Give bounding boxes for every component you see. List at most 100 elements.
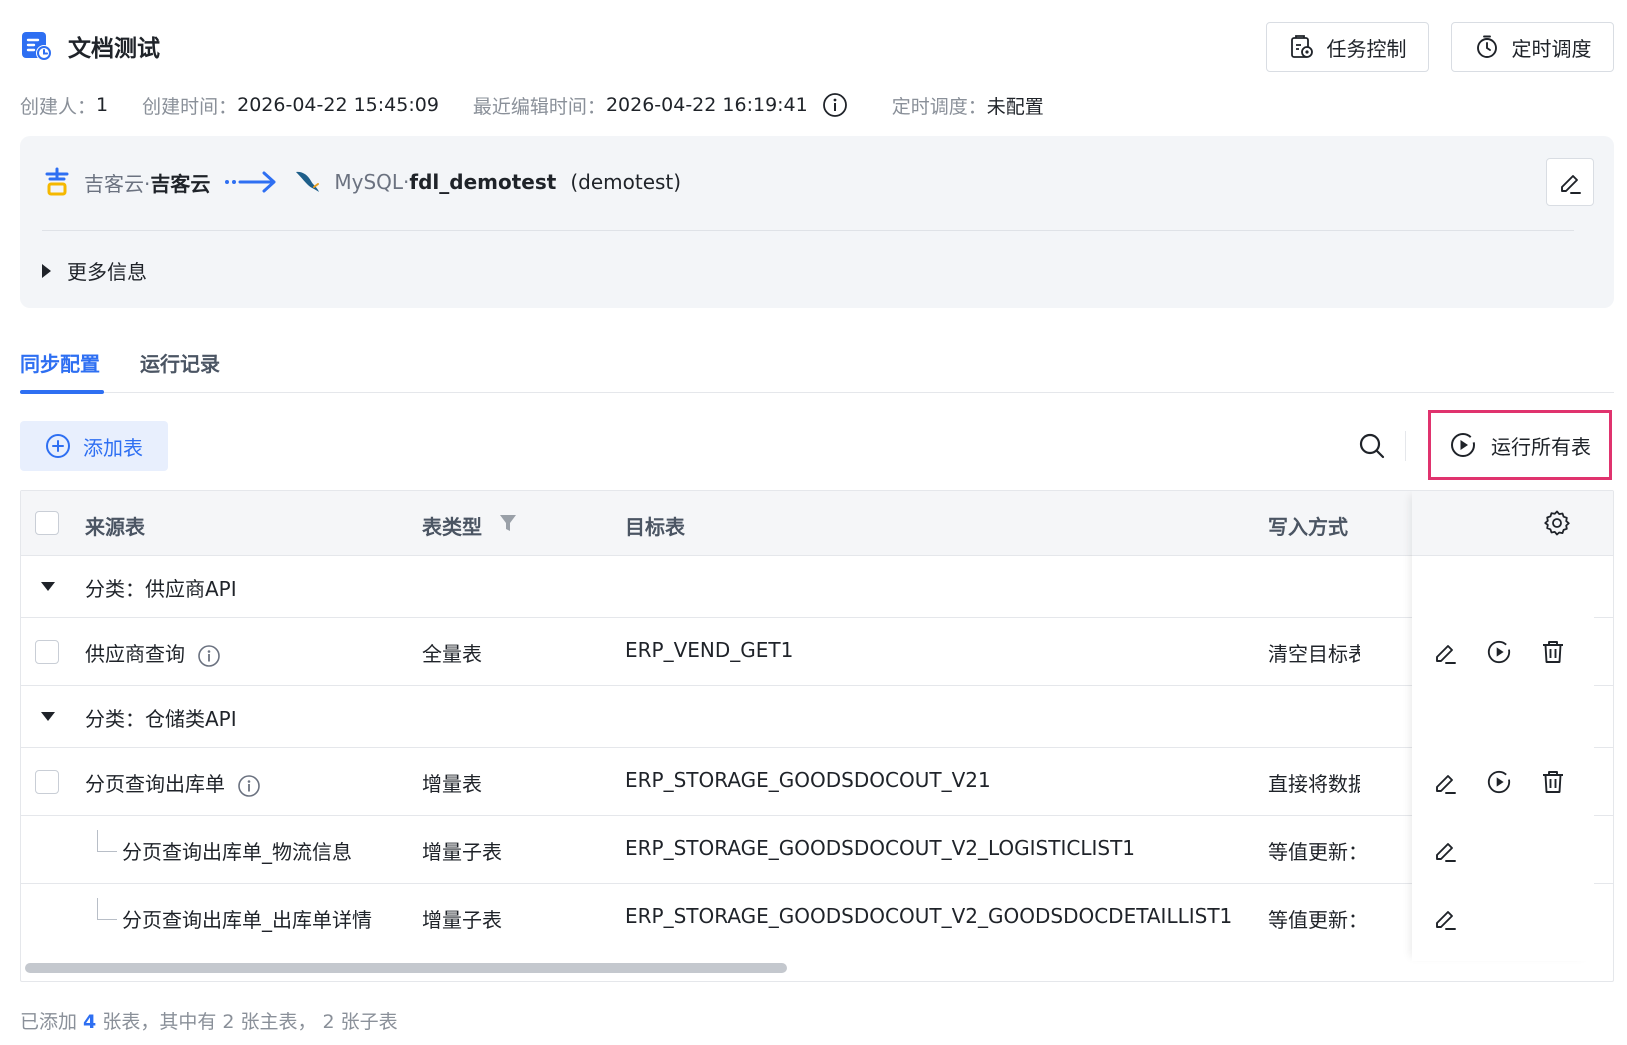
select-all-checkbox[interactable] (35, 511, 59, 535)
run-row-button[interactable] (1484, 767, 1514, 797)
col-write-mode: 写入方式 (1268, 515, 1348, 539)
task-settings-icon (1290, 35, 1313, 58)
edit-icon (1436, 645, 1456, 664)
play-circle-icon (1487, 640, 1511, 664)
info-icon[interactable] (237, 774, 261, 798)
search-button[interactable] (1354, 428, 1390, 464)
gear-icon[interactable] (1543, 509, 1571, 537)
row-source: 分页查询出库单_物流信息 (122, 840, 352, 864)
row-write-clip: 等值更新： (1268, 836, 1360, 866)
schedule-meta-value: 未配置 (986, 95, 1044, 118)
row-type: 增量表 (422, 772, 482, 796)
add-table-label: 添加表 (83, 435, 143, 460)
caret-down-icon (41, 582, 55, 591)
active-tab-indicator (20, 390, 104, 394)
page-header: 文档测试 (20, 26, 160, 66)
tree-connector (97, 830, 117, 852)
col-target: 目标表 (625, 515, 685, 539)
schedule-label: 定时调度 (1511, 36, 1592, 61)
group-label: 分类：供应商API (85, 577, 237, 601)
edit-icon (1436, 843, 1456, 862)
summary-suffix: 张表，其中有 2 张主表， 2 张子表 (96, 1011, 398, 1033)
edit-icon (1561, 175, 1581, 194)
row-checkbox[interactable] (35, 770, 59, 794)
group-row[interactable]: 分类：仓储类API (21, 686, 1613, 748)
trash-icon (1543, 641, 1563, 663)
row-write: 等值更新： (1268, 840, 1360, 864)
row-write: 等值更新： (1268, 908, 1360, 932)
summary-prefix: 已添加 (20, 1011, 84, 1033)
target-type: MySQL· (334, 170, 410, 194)
row-target: ERP_STORAGE_GOODSDOCOUT_V2_GOODSDOCDETAI… (625, 904, 1233, 928)
action-column (1412, 491, 1594, 961)
add-table-button[interactable]: 添加表 (20, 421, 168, 471)
row-source: 供应商查询 (85, 638, 221, 668)
row-target: ERP_VEND_GET1 (625, 638, 794, 662)
caret-right-icon (42, 263, 51, 278)
edit-icon (1436, 775, 1456, 794)
row-write: 清空目标表 (1268, 642, 1360, 666)
created-value: 2026-04-22 15:45:09 (237, 94, 439, 116)
trash-icon (1543, 771, 1563, 793)
task-control-button[interactable]: 任务控制 (1266, 22, 1429, 72)
mysql-dolphin-icon (296, 171, 320, 192)
delete-row-button[interactable] (1538, 767, 1568, 797)
play-circle-icon (1451, 433, 1475, 457)
tab-run-records[interactable]: 运行记录 (140, 348, 220, 377)
source-type: 吉客云· (84, 171, 151, 196)
row-type: 全量表 (422, 642, 482, 666)
edit-row-button[interactable] (1430, 835, 1460, 865)
page-title: 文档测试 (68, 36, 160, 62)
tree-connector (97, 898, 117, 920)
more-info-toggle[interactable]: 更多信息 (42, 256, 147, 285)
creator-value: 1 (96, 94, 109, 116)
action-column-header (1412, 491, 1594, 556)
connection-card: 吉客云· 吉客云 MySQL· fdl_demotest (demotest) … (20, 136, 1614, 308)
timer-icon (1476, 35, 1497, 58)
table-summary: 已添加 4 张表，其中有 2 张主表， 2 张子表 (20, 1007, 398, 1034)
edit-row-button[interactable] (1430, 637, 1460, 667)
horizontal-scrollbar[interactable] (25, 963, 787, 973)
edited-label: 最近编辑时间： (472, 95, 606, 118)
edit-row-button[interactable] (1430, 767, 1460, 797)
plus-circle-icon (46, 434, 70, 458)
creator-label: 创建人： (20, 95, 97, 118)
info-icon[interactable] (822, 92, 848, 118)
table-row: 供应商查询 全量表 ERP_VEND_GET1 清空目标表 (21, 618, 1613, 686)
table-header: 来源表 表类型 目标表 写入方式 (21, 491, 1613, 556)
info-icon[interactable] (197, 644, 221, 668)
row-write-clip: 等值更新： (1268, 904, 1360, 934)
jikeyun-logo-icon (45, 167, 69, 196)
row-checkbox[interactable] (35, 640, 59, 664)
search-icon (1359, 433, 1385, 459)
run-row-button[interactable] (1484, 637, 1514, 667)
schedule-button[interactable]: 定时调度 (1451, 22, 1614, 72)
toolbar-divider (1405, 431, 1406, 461)
col-type: 表类型 (422, 515, 482, 539)
row-source-text: 供应商查询 (85, 642, 185, 666)
table-row: 分页查询出库单_物流信息 增量子表 ERP_STORAGE_GOODSDOCOU… (21, 816, 1613, 884)
table-row: 分页查询出库单_出库单详情 增量子表 ERP_STORAGE_GOODSDOCO… (21, 884, 1613, 952)
delete-row-button[interactable] (1538, 637, 1568, 667)
row-type: 增量子表 (422, 908, 502, 932)
summary-count: 4 (83, 1011, 97, 1033)
edit-row-button[interactable] (1430, 903, 1460, 933)
target-schema: (demotest) (570, 170, 682, 194)
edit-icon (1436, 911, 1456, 930)
edit-connection-button[interactable] (1546, 158, 1594, 206)
target-name: fdl_demotest (409, 170, 557, 194)
row-write-clip: 清空目标表 (1268, 638, 1360, 668)
source-name: 吉客云 (150, 171, 211, 196)
filter-icon[interactable] (499, 513, 517, 533)
group-row[interactable]: 分类：供应商API (21, 556, 1613, 618)
tab-sync-config[interactable]: 同步配置 (20, 348, 100, 377)
task-control-label: 任务控制 (1326, 36, 1407, 61)
col-source: 来源表 (85, 515, 145, 539)
row-write: 直接将数据 (1268, 772, 1360, 796)
row-type: 增量子表 (422, 840, 502, 864)
connection-row: 吉客云· 吉客云 MySQL· fdl_demotest (demotest) (44, 162, 681, 202)
run-all-tables-button[interactable]: 运行所有表 (1428, 410, 1612, 480)
table-row: 分页查询出库单 增量表 ERP_STORAGE_GOODSDOCOUT_V21 … (21, 748, 1613, 816)
caret-down-icon (41, 712, 55, 721)
more-info-label: 更多信息 (67, 260, 147, 284)
